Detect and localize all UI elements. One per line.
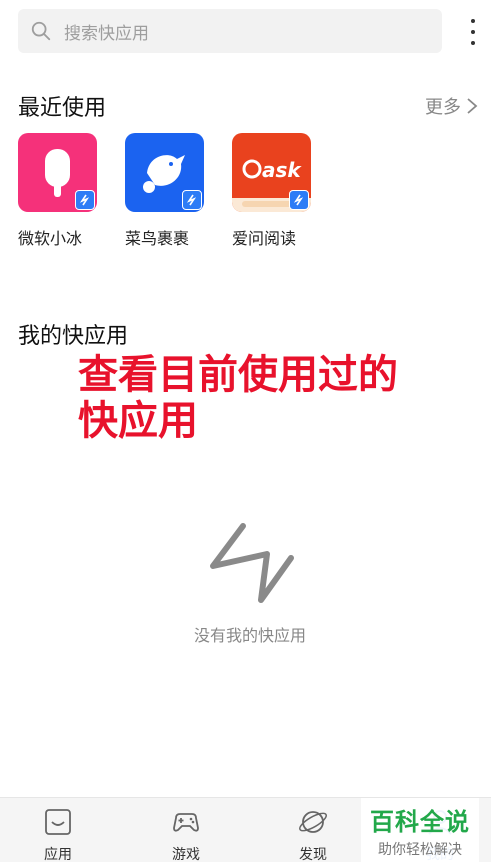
- recent-section-title: 最近使用: [18, 96, 107, 121]
- nav-label: 游戏: [172, 847, 200, 862]
- more-label: 更多: [425, 97, 461, 118]
- app-store-icon: [45, 809, 71, 835]
- watermark-subtitle: 助你轻松解决: [378, 841, 462, 858]
- cainiao-icon: [125, 133, 204, 212]
- annotation-line-1: 查看目前使用过的: [78, 352, 398, 398]
- app-name: 爱问阅读: [232, 229, 297, 248]
- aiwen-icon: ask: [232, 133, 311, 212]
- nav-label: 应用: [44, 847, 72, 862]
- gamepad-icon: [173, 813, 199, 832]
- annotation-overlay: 查看目前使用过的 快应用: [78, 352, 398, 444]
- quick-app-badge-icon: [289, 190, 309, 210]
- app-name: 菜鸟裹裹: [125, 229, 190, 248]
- quick-app-badge-icon: [75, 190, 95, 210]
- xiaobing-icon: [18, 133, 97, 212]
- app-name: 微软小冰: [18, 229, 83, 248]
- aiwen-logo-text: ask: [262, 158, 302, 182]
- search-icon: [31, 21, 51, 41]
- app-item-aiwen[interactable]: ask 爱问阅读: [232, 133, 339, 249]
- nav-tab-apps[interactable]: 应用: [18, 806, 98, 862]
- nav-tab-games[interactable]: 游戏: [146, 806, 226, 862]
- planet-icon: [299, 811, 327, 833]
- more-options-icon[interactable]: [462, 14, 484, 50]
- nav-label: 发现: [299, 847, 327, 862]
- search-input[interactable]: 搜索快应用: [64, 19, 149, 44]
- search-bar[interactable]: 搜索快应用: [18, 9, 442, 53]
- recent-apps-list: 微软小冰 菜鸟裹裹 ask 爱问阅读: [18, 133, 339, 249]
- quick-app-badge-icon: [182, 190, 202, 210]
- chevron-right-icon: [467, 98, 478, 114]
- empty-state-text: 没有我的快应用: [193, 626, 306, 645]
- watermark: 百科全说 助你轻松解决: [361, 798, 479, 862]
- quick-app-empty-icon: [210, 523, 294, 603]
- nav-tab-discover[interactable]: 发现: [273, 806, 353, 862]
- watermark-title: 百科全说: [370, 807, 470, 836]
- app-item-xiaobing[interactable]: 微软小冰: [18, 133, 125, 249]
- more-link[interactable]: 更多: [425, 93, 479, 119]
- app-item-cainiao[interactable]: 菜鸟裹裹: [125, 133, 232, 249]
- annotation-line-2: 快应用: [78, 398, 198, 444]
- my-apps-section-title: 我的快应用: [18, 324, 129, 349]
